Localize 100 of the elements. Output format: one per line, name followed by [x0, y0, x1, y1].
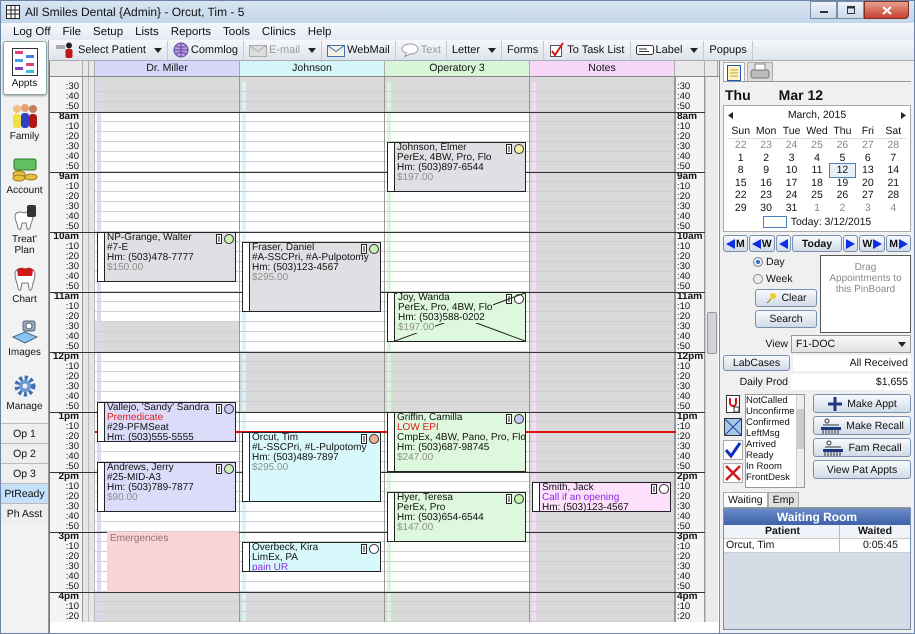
labcases-button[interactable]: LabCases: [723, 355, 790, 371]
calendar-day[interactable]: 17: [778, 176, 804, 189]
calendar-day[interactable]: 4: [880, 202, 906, 214]
module-button[interactable]: Account: [2, 149, 46, 203]
calendar-day[interactable]: 2: [753, 152, 779, 164]
appointment-card[interactable]: Johnson, Elmer PerEx, 4BW, Pro, Flo Hm: (503)897-6544 $197.00: [387, 142, 526, 192]
calendar-day[interactable]: 9: [753, 164, 779, 176]
date-nav-button[interactable]: Today: [792, 235, 842, 252]
appointment-card[interactable]: Joy, Wanda PerEx, Pro, 4BW, Flo Hm: (503)588-0202 $197.00: [387, 292, 526, 342]
calendar-day[interactable]: 23: [753, 189, 779, 202]
menu-item[interactable]: File: [56, 26, 88, 38]
status-option[interactable]: NotCalled: [746, 395, 796, 406]
calendar-day[interactable]: 3: [778, 152, 804, 164]
action-button[interactable]: Make Appt: [813, 394, 911, 413]
appointment-card[interactable]: Hyer, Teresa PerEx, Pro Hm: (503)654-6544 $147.00: [387, 492, 526, 542]
date-nav-button[interactable]: W: [859, 235, 886, 252]
panel-tab[interactable]: Waiting: [723, 492, 768, 507]
calendar-day[interactable]: 27: [855, 189, 881, 202]
calendar-day[interactable]: 4: [804, 152, 830, 164]
calendar-day[interactable]: 25: [804, 139, 830, 152]
next-month-icon[interactable]: [901, 112, 906, 118]
calendar-day[interactable]: 14: [880, 164, 906, 176]
calendar-day[interactable]: 23: [753, 139, 779, 152]
toolbar-button[interactable]: Letter: [446, 40, 502, 60]
module-button[interactable]: Treat' Plan: [2, 203, 46, 257]
date-nav-button[interactable]: W: [748, 235, 775, 252]
module-button[interactable]: Chart: [2, 257, 46, 311]
scrollbar[interactable]: [796, 395, 804, 487]
calendar-day[interactable]: 15: [728, 176, 754, 189]
menu-item[interactable]: Help: [302, 26, 338, 38]
appointment-card[interactable]: Overbeck, Kira LimEx, PA pain UR: [242, 542, 381, 572]
date-nav-button[interactable]: [843, 235, 858, 252]
calendar-day[interactable]: 28: [880, 189, 906, 202]
appointment-card[interactable]: Vallejo, 'Sandy' Sandra Premedicate #29-PFMSeat Hm: (503)555-5555: [97, 402, 236, 442]
appointment-card[interactable]: Andrews, Jerry #25-MID-A3 Hm: (503)789-7877 $90.00: [97, 462, 236, 512]
calendar-day[interactable]: 1: [804, 202, 830, 214]
date-nav-button[interactable]: M: [723, 235, 748, 252]
column-header[interactable]: Notes: [530, 61, 675, 76]
radio-label[interactable]: Week: [766, 273, 793, 285]
menu-item[interactable]: Lists: [129, 26, 165, 38]
calendar-day[interactable]: 2: [830, 202, 856, 214]
calendar-day[interactable]: 24: [778, 139, 804, 152]
calendar-day[interactable]: 30: [753, 202, 779, 214]
status-option[interactable]: Ready: [746, 450, 796, 461]
action-button[interactable]: Fam Recall: [813, 438, 911, 457]
panel-tab[interactable]: Emp: [768, 492, 800, 507]
view-select[interactable]: F1-DOC: [791, 335, 911, 353]
module-button[interactable]: Manage: [2, 365, 46, 419]
menu-item[interactable]: Setup: [87, 26, 130, 38]
column-header[interactable]: Dr. Miller: [95, 61, 240, 76]
radio-button[interactable]: [753, 257, 763, 267]
toolbar-button[interactable]: Forms: [502, 40, 544, 60]
view-button[interactable]: Op 2: [1, 443, 48, 463]
appointment-card[interactable]: Orcut, Tim #L-SSCPri, #L-Pulpotomy Hm: (503)489-7897 $295.00: [242, 432, 381, 502]
calendar-day[interactable]: 16: [753, 176, 779, 189]
crossed-box-icon[interactable]: [723, 417, 743, 437]
pinboard-button[interactable]: Clear: [755, 289, 817, 307]
calendar-day[interactable]: 3: [855, 202, 881, 214]
calendar-day[interactable]: 13: [855, 164, 881, 176]
view-button[interactable]: Op 3: [1, 463, 48, 483]
menu-item[interactable]: Tools: [217, 26, 256, 38]
calendar-day[interactable]: 12: [830, 164, 856, 176]
menu-item[interactable]: Log Off: [7, 26, 57, 38]
status-option[interactable]: Arrived: [746, 439, 796, 450]
today-link[interactable]: Today: 3/12/2015: [790, 216, 872, 228]
status-option[interactable]: FrontDesk: [746, 472, 796, 483]
module-button[interactable]: Appts: [2, 41, 46, 95]
previous-month-icon[interactable]: [728, 112, 733, 118]
calendar-day[interactable]: 25: [804, 189, 830, 202]
menu-item[interactable]: Reports: [164, 26, 218, 38]
calendar-day[interactable]: 18: [804, 176, 830, 189]
notepad-icon[interactable]: [723, 62, 745, 81]
status-option[interactable]: Confirmed: [746, 417, 796, 428]
calendar-day[interactable]: 24: [778, 189, 804, 202]
calendar-day[interactable]: 7: [880, 152, 906, 164]
column-header[interactable]: Johnson: [240, 61, 385, 76]
checkmark-icon[interactable]: [723, 440, 743, 460]
calendar-day[interactable]: 20: [855, 176, 881, 189]
maximize-button[interactable]: [837, 1, 864, 19]
toolbar-button[interactable]: Select Patient: [51, 40, 168, 60]
status-option[interactable]: In Room: [746, 461, 796, 472]
minimize-button[interactable]: [810, 1, 837, 19]
calendar-day[interactable]: 11: [804, 164, 830, 176]
calendar-day[interactable]: 27: [855, 139, 881, 152]
calendar-day[interactable]: 26: [830, 139, 856, 152]
toolbar-button[interactable]: Label: [630, 40, 704, 60]
calendar-day[interactable]: 22: [728, 139, 754, 152]
calendar-day[interactable]: 31: [778, 202, 804, 214]
view-button[interactable]: Op 1: [1, 423, 48, 443]
scrollbar[interactable]: [705, 77, 718, 622]
menu-item[interactable]: Clinics: [256, 26, 302, 38]
appointment-card[interactable]: Fraser, Daniel #A-SSCPri, #A-Pulpotomy Hm: (503)123-4567 $295.00: [242, 242, 381, 312]
calendar-day[interactable]: 1: [728, 152, 754, 164]
calendar-day[interactable]: 29: [728, 202, 754, 214]
view-button[interactable]: Ph Asst: [1, 503, 48, 523]
calendar-day[interactable]: 6: [855, 152, 881, 164]
calendar-day[interactable]: 5: [830, 152, 856, 164]
radio-label[interactable]: Day: [766, 256, 785, 268]
module-button[interactable]: Images: [2, 311, 46, 365]
date-nav-button[interactable]: [776, 235, 791, 252]
